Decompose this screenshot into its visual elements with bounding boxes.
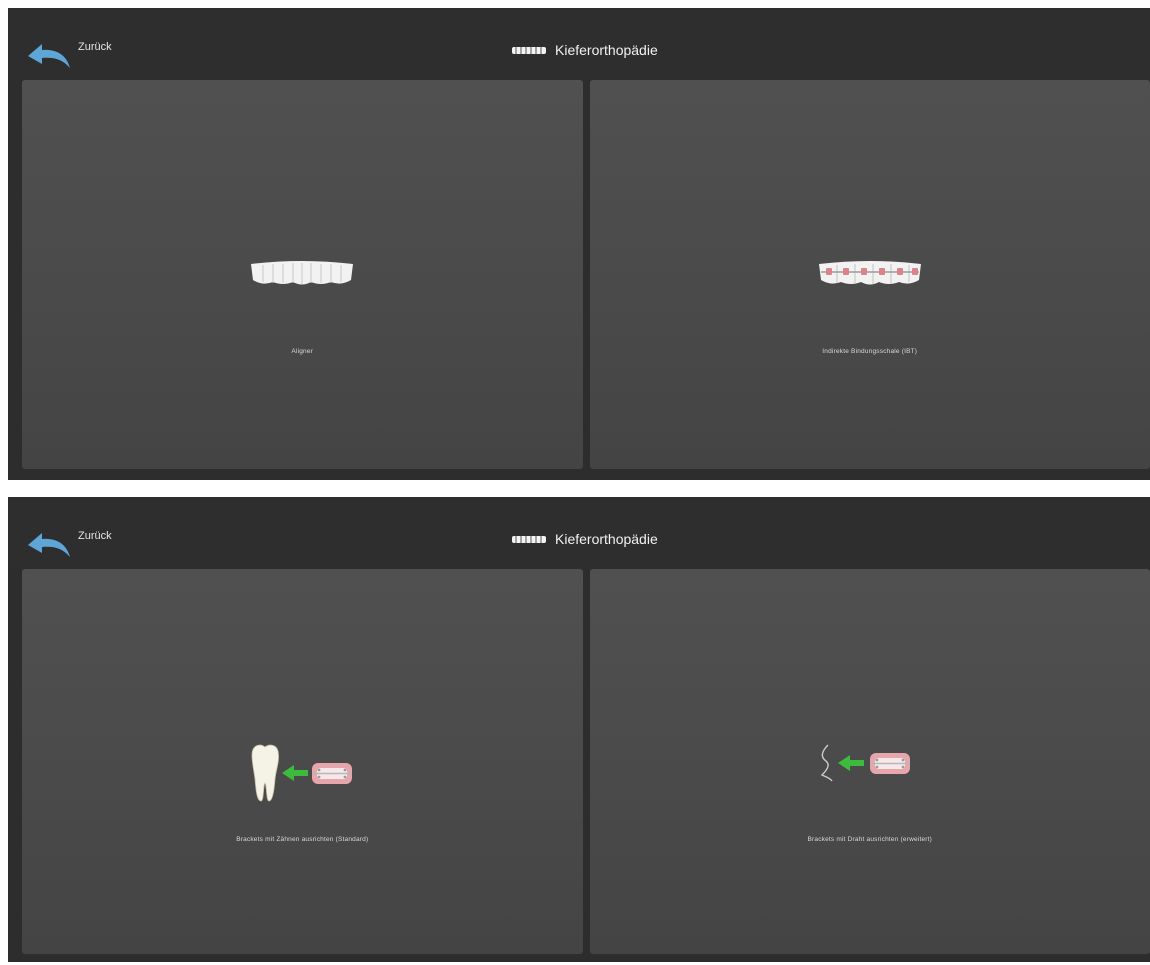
- indirect-bonding-tile[interactable]: Indirekte Bindungsschale (IBT): [589, 80, 1150, 469]
- orthodontics-screen-1: Zurück Kieferorthopädie Aligner Indirekt…: [8, 8, 1150, 480]
- back-arrow-icon: [28, 533, 70, 557]
- tile-label: Aligner: [291, 348, 314, 355]
- teeth-logo-icon: [512, 47, 546, 54]
- back-label: Zurück: [78, 530, 112, 542]
- align-with-wire-tile[interactable]: Brackets mit Draht ausrichten (erweitert…: [589, 569, 1150, 954]
- aligner-teeth-icon: [251, 261, 354, 285]
- tile-label: Indirekte Bindungsschale (IBT): [822, 348, 918, 355]
- back-button[interactable]: Zurück: [22, 36, 112, 70]
- tile-label: Brackets mit Draht ausrichten (erweitert…: [807, 836, 932, 843]
- top-bar: Zurück Kieferorthopädie: [8, 8, 1150, 80]
- align-with-teeth-tile[interactable]: Brackets mit Zähnen ausrichten (Standard…: [22, 569, 583, 954]
- page-title: Kieferorthopädie: [555, 531, 658, 547]
- aligner-tile[interactable]: Aligner: [22, 80, 583, 469]
- back-label: Zurück: [78, 41, 112, 53]
- back-button[interactable]: Zurück: [22, 525, 112, 559]
- tooth-bracket-align-icon: [251, 744, 353, 802]
- wire-bracket-align-icon: [820, 744, 910, 782]
- tile-label: Brackets mit Zähnen ausrichten (Standard…: [236, 836, 369, 843]
- top-bar: Zurück Kieferorthopädie: [8, 497, 1150, 569]
- option-tiles: Aligner Indirekte Bindungsschale (IBT): [22, 80, 1150, 469]
- braces-teeth-icon: [818, 261, 921, 285]
- option-tiles: Brackets mit Zähnen ausrichten (Standard…: [22, 569, 1150, 954]
- header: Kieferorthopädie: [511, 531, 658, 547]
- header: Kieferorthopädie: [511, 42, 658, 58]
- back-arrow-icon: [28, 44, 70, 68]
- orthodontics-screen-2: Zurück Kieferorthopädie Brackets mit Zäh…: [8, 497, 1150, 962]
- teeth-logo-icon: [512, 536, 546, 543]
- page-title: Kieferorthopädie: [555, 42, 658, 58]
